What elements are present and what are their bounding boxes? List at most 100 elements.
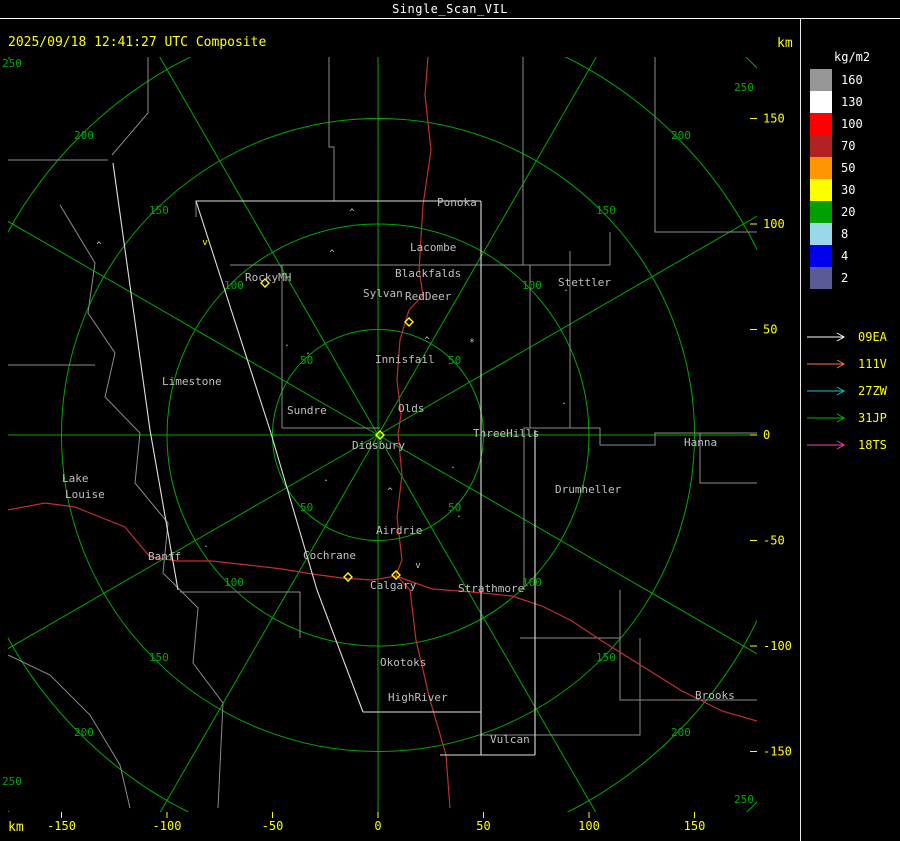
range-ring-label: 250 — [734, 793, 754, 806]
right-axis-label: -50 — [763, 534, 785, 548]
radar-site-id: 27ZW — [858, 383, 887, 398]
city-label: Airdrie — [376, 524, 422, 537]
range-ring-label: 50 — [300, 501, 313, 514]
right-axis-label: -100 — [763, 639, 792, 653]
radar-arrow-icon — [807, 413, 846, 422]
right-axis-label: 150 — [763, 112, 785, 126]
radar-site-id: 31JP — [858, 410, 887, 425]
legend-color-swatch — [810, 223, 832, 245]
legend-color-swatch — [810, 245, 832, 267]
county-boundary — [619, 590, 757, 701]
radar-arrow-icon — [807, 359, 846, 368]
town-mark: v — [202, 238, 207, 248]
window-title: Single_Scan_VIL — [392, 2, 508, 16]
city-label: Olds — [398, 402, 425, 415]
sidebar-divider — [800, 19, 801, 841]
town-mark: . — [305, 347, 310, 357]
city-label: Vulcan — [490, 733, 530, 746]
radar-legend-item: 18TS — [806, 431, 900, 458]
radar-legend-item: 31JP — [806, 404, 900, 431]
legend-color-swatch — [810, 179, 832, 201]
county-boundary — [523, 232, 611, 266]
scan-timestamp: 2025/09/18 12:41:27 UTC Composite — [8, 35, 267, 50]
legend-color-swatch — [810, 91, 832, 113]
town-mark: . — [561, 397, 566, 407]
city-label: Stettler — [558, 276, 611, 289]
town-mark: * — [469, 338, 474, 348]
city-label: Cochrane — [303, 549, 356, 562]
legend-value: 20 — [841, 205, 856, 219]
city-label: Banff — [148, 550, 181, 563]
range-ring-label: 100 — [522, 279, 542, 292]
legend-color-swatch — [810, 267, 832, 289]
city-label: Sylvan — [363, 287, 403, 300]
radar-arrow-icon — [807, 440, 846, 449]
range-ring-label: 200 — [74, 129, 94, 142]
city-label: Louise — [65, 488, 105, 501]
city-label: Sundre — [287, 404, 327, 417]
window-titlebar[interactable]: Single_Scan_VIL — [0, 0, 900, 19]
city-label: Drumheller — [555, 483, 622, 496]
legend-value: 2 — [841, 271, 849, 285]
legend-row: 160 — [806, 69, 900, 91]
radar-arrow-icon — [807, 386, 846, 395]
radar-site-id: 09EA — [858, 329, 887, 344]
legend-row: 30 — [806, 179, 900, 201]
bottom-axis-label: -100 — [153, 819, 182, 833]
city-label: Okotoks — [380, 656, 426, 669]
bottom-axis-label: 150 — [684, 819, 706, 833]
legend-value: 100 — [841, 117, 863, 131]
county-boundary — [530, 427, 757, 446]
legend-unit-label: kg/m2 — [834, 50, 871, 64]
radar-site-id: 111V — [858, 356, 887, 371]
town-mark: . — [203, 540, 208, 550]
range-ring-label: 100 — [224, 576, 244, 589]
legend-value: 8 — [841, 227, 849, 241]
city-label: Hanna — [684, 436, 717, 449]
radar-legend-item: 09EA — [806, 323, 900, 350]
bottom-axis-label: -150 — [47, 819, 76, 833]
city-label: Limestone — [162, 375, 222, 388]
right-axis-label: 50 — [763, 323, 777, 337]
radar-arrow-icon — [807, 332, 846, 341]
legend-row: 4 — [806, 245, 900, 267]
radar-application-window: Single_Scan_VIL 2025/09/18 12:41:27 UTC … — [0, 0, 900, 841]
legend-row: 100 — [806, 113, 900, 135]
legend-color-swatch — [810, 157, 832, 179]
bottom-axis-label: 50 — [476, 819, 490, 833]
legend-row: 50 — [806, 157, 900, 179]
bottom-axis-label: 100 — [578, 819, 600, 833]
radar-legend-item: 27ZW — [806, 377, 900, 404]
legend-value: 160 — [841, 73, 863, 87]
legend-value: 50 — [841, 161, 856, 175]
range-ring-label: 250 — [2, 775, 22, 788]
town-mark: ^ — [424, 336, 430, 346]
radar-legend-item: 111V — [806, 350, 900, 377]
town-mark: ^ — [329, 249, 335, 259]
highway-line — [8, 502, 397, 581]
legend-value: 70 — [841, 139, 856, 153]
city-label: Innisfail — [375, 353, 435, 366]
right-axis-label: 0 — [763, 428, 770, 442]
city-label: HighRiver — [388, 691, 448, 704]
horizontal-axis-unit-label: km — [8, 820, 24, 835]
radar-map-display[interactable]: 50 50 50 50 100 100 100 100 150 150 150 150 200 200 20… — [0, 55, 805, 841]
city-label: RockyMH — [245, 271, 291, 284]
city-label: Ponoka — [437, 196, 477, 209]
town-mark: . — [456, 510, 461, 520]
legend-color-swatch — [810, 201, 832, 223]
radial-line — [377, 434, 757, 655]
range-ring-label: 200 — [74, 726, 94, 739]
city-label: Didsbury — [352, 439, 405, 452]
county-boundary — [8, 654, 131, 809]
range-ring-label: 150 — [149, 651, 169, 664]
range-ring-label: 150 — [149, 204, 169, 217]
legend-row: 20 — [806, 201, 900, 223]
town-mark: . — [450, 461, 455, 471]
radar-site-legend: 09EA 111V 27ZW 31JP 18TS — [806, 323, 900, 458]
vertical-axis-unit-label: km — [777, 36, 793, 51]
color-scale-legend: 160 130 100 70 50 30 20 8 4 2 — [806, 69, 900, 289]
range-ring-label: 100 — [224, 279, 244, 292]
town-mark: . — [284, 339, 289, 349]
radial-line — [159, 57, 379, 436]
